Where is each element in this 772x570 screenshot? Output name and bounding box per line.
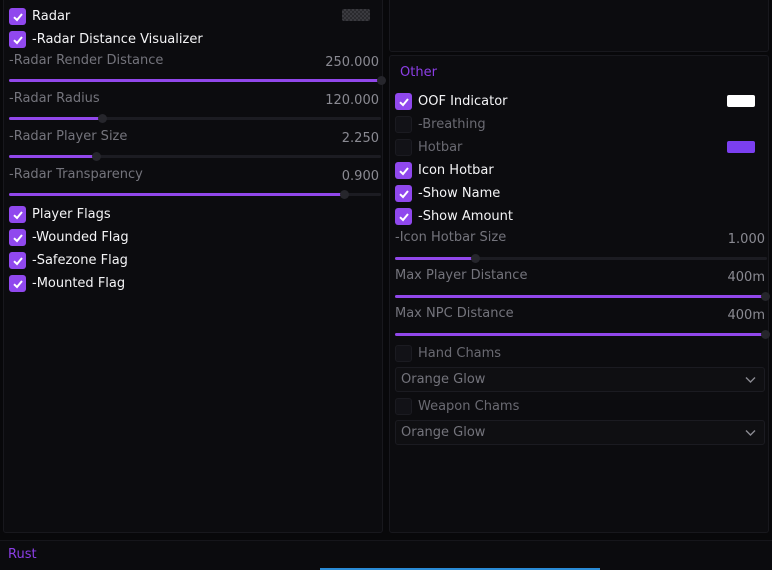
player-flags-label: Player Flags: [32, 207, 111, 222]
oof-indicator-checkbox[interactable]: [395, 93, 412, 110]
footer-bar: Rust: [0, 540, 772, 570]
checkmark-icon: [12, 279, 23, 288]
radar-distance-visualizer-toggle[interactable]: -Radar Distance Visualizer: [9, 31, 379, 49]
mounted-flag-label: -Mounted Flag: [32, 276, 126, 291]
radar-distance-visualizer-label: -Radar Distance Visualizer: [32, 32, 203, 47]
mounted-flag-checkbox[interactable]: [9, 275, 26, 292]
icon-hotbar-label: Icon Hotbar: [418, 163, 494, 178]
chevron-down-icon: [745, 430, 756, 436]
slider-handle[interactable]: [92, 152, 102, 161]
slider-label: Max Player Distance: [395, 268, 528, 283]
slider-handle[interactable]: [377, 76, 386, 85]
hand-chams-toggle[interactable]: Hand Chams: [395, 345, 765, 363]
show-amount-toggle[interactable]: -Show Amount: [395, 208, 765, 226]
upper-right-panel: [389, 0, 769, 52]
wounded-flag-toggle[interactable]: -Wounded Flag: [9, 229, 379, 247]
oof-indicator-label: OOF Indicator: [418, 94, 508, 109]
slider-handle[interactable]: [761, 292, 770, 301]
checkmark-icon: [398, 212, 409, 221]
footer-title: Rust: [8, 547, 37, 562]
checkmark-icon: [12, 256, 23, 265]
checkmark-icon: [12, 35, 23, 44]
mounted-flag-toggle[interactable]: -Mounted Flag: [9, 275, 379, 293]
checkmark-icon: [12, 210, 23, 219]
show-amount-label: -Show Amount: [418, 209, 513, 224]
slider-track[interactable]: [9, 152, 381, 161]
show-amount-checkbox[interactable]: [395, 208, 412, 225]
checkmark-icon: [12, 12, 23, 21]
breathing-checkbox[interactable]: [395, 116, 412, 133]
player-flags-checkbox[interactable]: [9, 206, 26, 223]
hotbar-label: Hotbar: [418, 140, 463, 155]
checkmark-icon: [398, 189, 409, 198]
checkmark-icon: [398, 97, 409, 106]
weapon-chams-label: Weapon Chams: [418, 399, 520, 414]
icon-hotbar-toggle[interactable]: Icon Hotbar: [395, 162, 765, 180]
slider-track[interactable]: [9, 114, 381, 123]
weapon-chams-toggle[interactable]: Weapon Chams: [395, 398, 765, 416]
hotbar-toggle[interactable]: Hotbar: [395, 139, 765, 157]
slider-label: -Radar Transparency: [9, 167, 143, 182]
slider-track[interactable]: [395, 330, 770, 339]
slider-value: 2.250: [341, 131, 379, 146]
other-settings-panel: Other OOF Indicator -Breathing Hotbar Ic…: [389, 55, 770, 533]
chevron-down-icon: [745, 377, 756, 383]
slider-track[interactable]: [9, 76, 386, 85]
dropdown-selected: Orange Glow: [401, 372, 486, 387]
dropdown-selected: Orange Glow: [401, 425, 486, 440]
slider-value: 0.900: [341, 169, 379, 184]
slider-label: -Radar Render Distance: [9, 53, 164, 68]
weapon-chams-checkbox[interactable]: [395, 398, 412, 415]
wounded-flag-label: -Wounded Flag: [32, 230, 129, 245]
breathing-toggle[interactable]: -Breathing: [395, 116, 765, 134]
show-name-checkbox[interactable]: [395, 185, 412, 202]
radar-label: Radar: [32, 9, 71, 24]
slider-label: -Radar Player Size: [9, 129, 128, 144]
radar-settings-panel: Radar -Radar Distance Visualizer -Radar …: [3, 0, 386, 533]
hand-chams-dropdown[interactable]: Orange Glow: [395, 367, 765, 392]
slider-track[interactable]: [9, 190, 381, 199]
slider-handle[interactable]: [339, 190, 349, 199]
slider-value: 1.000: [727, 232, 765, 247]
radar-color-swatch[interactable]: [342, 9, 370, 21]
slider-label: -Icon Hotbar Size: [395, 230, 507, 245]
slider-handle[interactable]: [98, 114, 107, 123]
oof-indicator-color-swatch[interactable]: [727, 95, 755, 107]
wounded-flag-checkbox[interactable]: [9, 229, 26, 246]
slider-handle[interactable]: [470, 254, 480, 263]
safezone-flag-toggle[interactable]: -Safezone Flag: [9, 252, 379, 270]
oof-indicator-toggle[interactable]: OOF Indicator: [395, 93, 765, 111]
icon-hotbar-checkbox[interactable]: [395, 162, 412, 179]
slider-value: 400m: [727, 308, 765, 323]
hand-chams-label: Hand Chams: [418, 346, 502, 361]
hotbar-checkbox[interactable]: [395, 139, 412, 156]
slider-label: Max NPC Distance: [395, 306, 514, 321]
safezone-flag-checkbox[interactable]: [9, 252, 26, 269]
checkmark-icon: [398, 166, 409, 175]
slider-handle[interactable]: [761, 330, 770, 339]
radar-checkbox[interactable]: [9, 8, 26, 25]
section-title: Other: [400, 65, 437, 80]
radar-distance-visualizer-checkbox[interactable]: [9, 31, 26, 48]
checkmark-icon: [12, 233, 23, 242]
show-name-toggle[interactable]: -Show Name: [395, 185, 765, 203]
slider-track[interactable]: [395, 254, 767, 263]
hotbar-color-swatch[interactable]: [727, 141, 755, 153]
slider-value: 400m: [727, 270, 765, 285]
slider-value: 120.000: [325, 93, 379, 108]
show-name-label: -Show Name: [418, 186, 501, 201]
slider-value: 250.000: [325, 55, 379, 70]
player-flags-toggle[interactable]: Player Flags: [9, 206, 379, 224]
slider-track[interactable]: [395, 292, 770, 301]
hand-chams-checkbox[interactable]: [395, 345, 412, 362]
safezone-flag-label: -Safezone Flag: [32, 253, 128, 268]
radar-toggle[interactable]: Radar: [9, 8, 379, 26]
weapon-chams-dropdown[interactable]: Orange Glow: [395, 420, 765, 445]
breathing-label: -Breathing: [418, 117, 486, 132]
slider-label: -Radar Radius: [9, 91, 100, 106]
